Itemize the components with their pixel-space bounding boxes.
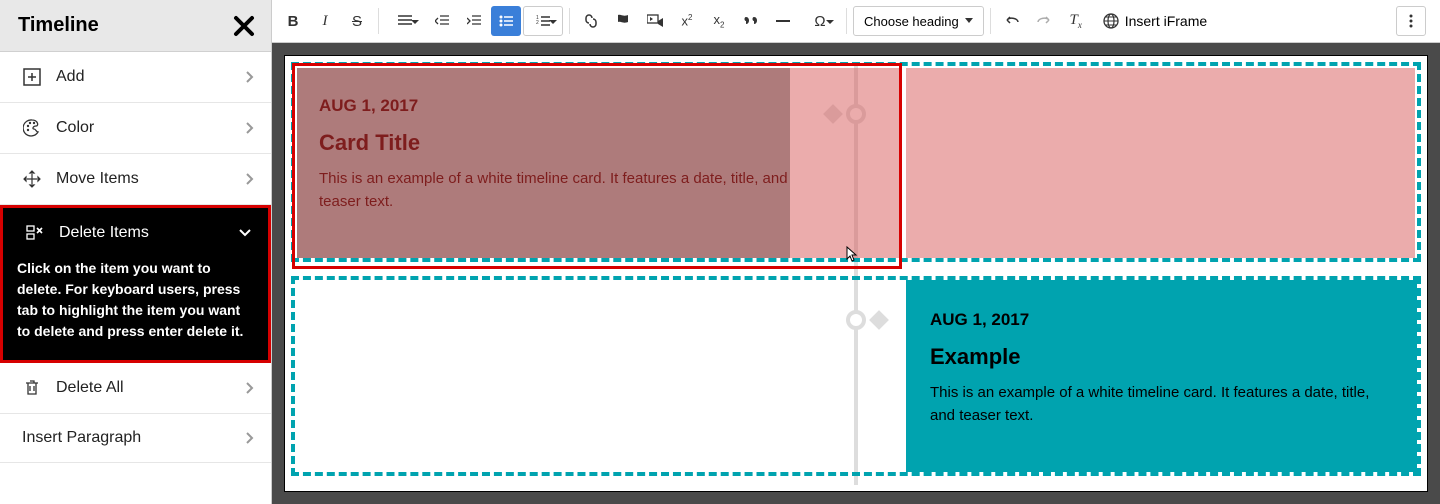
chevron-right-icon bbox=[245, 431, 255, 445]
card-title: Card Title bbox=[319, 130, 832, 156]
delete-instructions: Click on the item you want to delete. Fo… bbox=[3, 258, 268, 360]
bullet-list-button[interactable] bbox=[491, 6, 521, 36]
chevron-down-icon bbox=[238, 228, 252, 238]
redo-button[interactable] bbox=[1029, 6, 1059, 36]
editor-toolbar: B I S 12 bbox=[272, 0, 1440, 43]
clear-formatting-button[interactable]: Tx bbox=[1061, 6, 1091, 36]
chevron-right-icon bbox=[245, 172, 255, 186]
insert-iframe-label: Insert iFrame bbox=[1125, 13, 1207, 29]
close-icon[interactable] bbox=[233, 15, 255, 37]
undo-button[interactable] bbox=[997, 6, 1027, 36]
sidebar-title: Timeline bbox=[18, 14, 99, 37]
outdent-button[interactable] bbox=[427, 6, 457, 36]
sidebar-item-delete[interactable]: Delete Items Click on the item you want … bbox=[0, 205, 271, 363]
sidebar-item-label: Add bbox=[56, 68, 84, 86]
sidebar-item-label: Color bbox=[56, 119, 94, 137]
editor-canvas-wrap: AUG 1, 2017 Card Title This is an exampl… bbox=[272, 43, 1440, 504]
sidebar-item-label: Move Items bbox=[56, 170, 139, 188]
indent-button[interactable] bbox=[459, 6, 489, 36]
trash-icon bbox=[22, 378, 42, 398]
chevron-right-icon bbox=[245, 70, 255, 84]
sidebar-item-label: Delete All bbox=[56, 379, 124, 397]
superscript-button[interactable]: x2 bbox=[672, 6, 702, 36]
media-button[interactable] bbox=[640, 6, 670, 36]
separator bbox=[846, 8, 847, 34]
sidebar-item-move[interactable]: Move Items bbox=[0, 154, 271, 205]
blockquote-button[interactable] bbox=[736, 6, 766, 36]
card-date: AUG 1, 2017 bbox=[319, 96, 832, 116]
add-icon bbox=[22, 67, 42, 87]
card-date: AUG 1, 2017 bbox=[930, 310, 1393, 330]
horizontal-rule-button[interactable] bbox=[768, 6, 798, 36]
sidebar-item-label: Delete Items bbox=[59, 224, 149, 242]
svg-text:2: 2 bbox=[536, 20, 539, 26]
delete-highlight bbox=[906, 68, 1415, 258]
cursor-icon bbox=[843, 245, 859, 265]
chevron-right-icon bbox=[245, 121, 255, 135]
app-root: Timeline Add Color bbox=[0, 0, 1440, 504]
chevron-right-icon bbox=[245, 381, 255, 395]
delete-items-icon bbox=[25, 223, 45, 243]
italic-button[interactable]: I bbox=[310, 6, 340, 36]
sidebar-header: Timeline bbox=[0, 0, 271, 52]
timeline-card-row[interactable]: AUG 1, 2017 Card Title This is an exampl… bbox=[291, 62, 1421, 262]
editor-canvas[interactable]: AUG 1, 2017 Card Title This is an exampl… bbox=[284, 55, 1428, 492]
link-button[interactable] bbox=[576, 6, 606, 36]
more-options-button[interactable] bbox=[1396, 6, 1426, 36]
sidebar-item-add[interactable]: Add bbox=[0, 52, 271, 103]
card-teaser: This is an example of a white timeline c… bbox=[319, 168, 832, 213]
move-icon bbox=[22, 169, 42, 189]
align-button[interactable] bbox=[385, 6, 425, 36]
sidebar-item-color[interactable]: Color bbox=[0, 103, 271, 154]
sidebar-item-insert-paragraph[interactable]: Insert Paragraph bbox=[0, 414, 271, 463]
card-title: Example bbox=[930, 344, 1393, 370]
sidebar-item-delete-all[interactable]: Delete All bbox=[0, 363, 271, 414]
main-area: B I S 12 bbox=[272, 0, 1440, 504]
flag-button[interactable] bbox=[608, 6, 638, 36]
choose-heading-dropdown[interactable]: Choose heading bbox=[853, 6, 984, 36]
timeline-card[interactable]: AUG 1, 2017 Card Title This is an exampl… bbox=[295, 66, 856, 243]
sidebar: Timeline Add Color bbox=[0, 0, 272, 504]
special-char-button[interactable]: Ω bbox=[800, 6, 840, 36]
timeline-card[interactable]: AUG 1, 2017 Example This is an example o… bbox=[906, 280, 1417, 472]
separator bbox=[569, 8, 570, 34]
bold-button[interactable]: B bbox=[278, 6, 308, 36]
numbered-list-button[interactable]: 12 bbox=[523, 6, 563, 36]
sidebar-item-label: Insert Paragraph bbox=[22, 429, 141, 447]
insert-iframe-button[interactable]: Insert iFrame bbox=[1093, 6, 1217, 36]
strikethrough-button[interactable]: S bbox=[342, 6, 372, 36]
separator bbox=[990, 8, 991, 34]
separator bbox=[378, 8, 379, 34]
palette-icon bbox=[22, 118, 42, 138]
subscript-button[interactable]: x2 bbox=[704, 6, 734, 36]
card-teaser: This is an example of a white timeline c… bbox=[930, 382, 1393, 427]
choose-heading-label: Choose heading bbox=[864, 14, 959, 29]
timeline-card-row[interactable]: AUG 1, 2017 Example This is an example o… bbox=[291, 276, 1421, 476]
